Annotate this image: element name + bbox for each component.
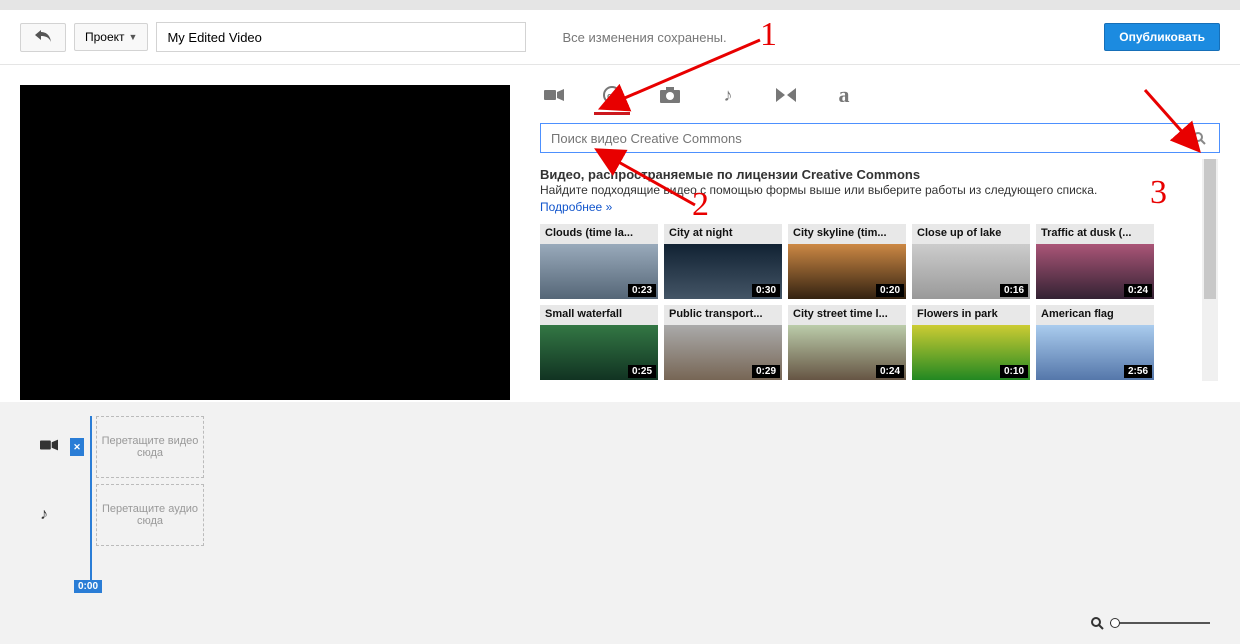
title-input[interactable] (156, 22, 526, 52)
clip-duration: 0:16 (1000, 284, 1028, 297)
tab-transitions[interactable] (776, 85, 796, 105)
top-divider (0, 0, 1240, 10)
clip-thumbnail: 0:24 (1036, 244, 1154, 299)
tab-photos[interactable] (660, 85, 680, 105)
tab-audio[interactable]: ♪ (718, 85, 738, 105)
clip-item[interactable]: Close up of lake 0:16 (912, 224, 1030, 299)
clip-item[interactable]: Public transport... 0:29 (664, 305, 782, 380)
clip-title: City at night (664, 224, 782, 244)
clip-title: Traffic at dusk (... (1036, 224, 1154, 244)
camera-icon (660, 87, 680, 103)
playhead-line[interactable] (90, 416, 92, 586)
clip-title: Close up of lake (912, 224, 1030, 244)
clip-title: Public transport... (664, 305, 782, 325)
audio-track: ♪ Перетащите аудио сюда (40, 484, 1200, 546)
clip-duration: 0:20 (876, 284, 904, 297)
clip-duration: 0:29 (752, 365, 780, 378)
clip-thumbnail: 0:10 (912, 325, 1030, 380)
tab-titles[interactable]: a (834, 85, 854, 105)
search-icon (1090, 616, 1104, 630)
search-icon (1192, 131, 1206, 145)
search-input[interactable] (541, 124, 1179, 152)
clip-title: American flag (1036, 305, 1154, 325)
clip-title: Small waterfall (540, 305, 658, 325)
clip-title: Clouds (time la... (540, 224, 658, 244)
playhead-time: 0:00 (74, 580, 102, 593)
clip-item[interactable]: Traffic at dusk (... 0:24 (1036, 224, 1154, 299)
timeline: 0:00 ✕ Перетащите видео сюда ♪ Перетащит… (0, 402, 1240, 644)
back-button[interactable] (20, 23, 66, 52)
project-dropdown[interactable]: Проект ▼ (74, 23, 148, 51)
more-link[interactable]: Подробнее » (540, 200, 612, 214)
camcorder-icon (40, 438, 58, 456)
save-status: Все изменения сохранены. (562, 30, 726, 45)
camcorder-icon (544, 88, 564, 102)
video-drop-zone[interactable]: Перетащите видео сюда (96, 416, 204, 478)
search-bar (540, 123, 1220, 153)
music-note-icon: ♪ (724, 85, 733, 106)
tracks: ✕ Перетащите видео сюда ♪ Перетащите ауд… (40, 416, 1200, 546)
video-preview[interactable] (20, 85, 510, 400)
project-label: Проект (85, 30, 125, 44)
clip-thumbnail: 0:25 (540, 325, 658, 380)
clip-duration: 2:56 (1124, 365, 1152, 378)
video-track: ✕ Перетащите видео сюда (40, 416, 1200, 478)
tool-tabs: cc ♪ a (540, 85, 1220, 115)
clip-duration: 0:24 (1124, 284, 1152, 297)
reply-arrow-icon (35, 30, 51, 42)
cc-heading: Видео, распространяемые по лицензии Crea… (540, 167, 1196, 182)
clip-item[interactable]: City street time l... 0:24 (788, 305, 906, 380)
clip-title: City street time l... (788, 305, 906, 325)
clip-thumbnail: 0:30 (664, 244, 782, 299)
clip-duration: 0:23 (628, 284, 656, 297)
clip-item[interactable]: Small waterfall 0:25 (540, 305, 658, 380)
clip-thumbnail: 0:20 (788, 244, 906, 299)
clip-grid: Clouds (time la...0:23City at night0:30C… (540, 224, 1196, 381)
caret-down-icon: ▼ (129, 32, 138, 42)
clip-thumbnail: 0:29 (664, 325, 782, 380)
main: cc ♪ a Видео, распространяемые по лиценз… (0, 65, 1240, 400)
music-note-icon: ♪ (40, 506, 58, 524)
zoom-thumb[interactable] (1110, 618, 1120, 628)
vertical-scrollbar[interactable] (1202, 159, 1218, 381)
svg-text:cc: cc (607, 91, 617, 101)
clip-thumbnail: 0:24 (788, 325, 906, 380)
audio-drop-zone[interactable]: Перетащите аудио сюда (96, 484, 204, 546)
clip-duration: 0:10 (1000, 365, 1028, 378)
clip-duration: 0:24 (876, 365, 904, 378)
transition-marker[interactable]: ✕ (70, 438, 84, 456)
search-button[interactable] (1179, 124, 1219, 152)
zoom-slider[interactable] (1110, 622, 1210, 624)
cc-description: Найдите подходящие видео с помощью формы… (540, 182, 1196, 199)
bowtie-icon (776, 88, 796, 102)
clip-item[interactable]: City at night 0:30 (664, 224, 782, 299)
clip-item[interactable]: Clouds (time la... 0:23 (540, 224, 658, 299)
clip-thumbnail: 0:23 (540, 244, 658, 299)
zoom-control (1090, 616, 1210, 630)
scrollbar-thumb[interactable] (1204, 159, 1216, 299)
tab-creative-commons[interactable]: cc (602, 85, 622, 105)
clip-duration: 0:30 (752, 284, 780, 297)
clip-item[interactable]: City skyline (tim... 0:20 (788, 224, 906, 299)
clip-duration: 0:25 (628, 365, 656, 378)
tab-my-videos[interactable] (544, 85, 564, 105)
right-panel: cc ♪ a Видео, распространяемые по лиценз… (540, 85, 1240, 400)
cc-scroll-pane: Видео, распространяемые по лицензии Crea… (540, 159, 1220, 381)
publish-button[interactable]: Опубликовать (1104, 23, 1220, 51)
clip-thumbnail: 0:16 (912, 244, 1030, 299)
letter-a-icon: a (839, 82, 850, 108)
clip-thumbnail: 2:56 (1036, 325, 1154, 380)
clip-item[interactable]: American flag 2:56 (1036, 305, 1154, 380)
header: Проект ▼ Все изменения сохранены. Опубли… (0, 10, 1240, 65)
clip-title: City skyline (tim... (788, 224, 906, 244)
cc-icon: cc (603, 86, 621, 104)
clip-title: Flowers in park (912, 305, 1030, 325)
clip-item[interactable]: Flowers in park 0:10 (912, 305, 1030, 380)
